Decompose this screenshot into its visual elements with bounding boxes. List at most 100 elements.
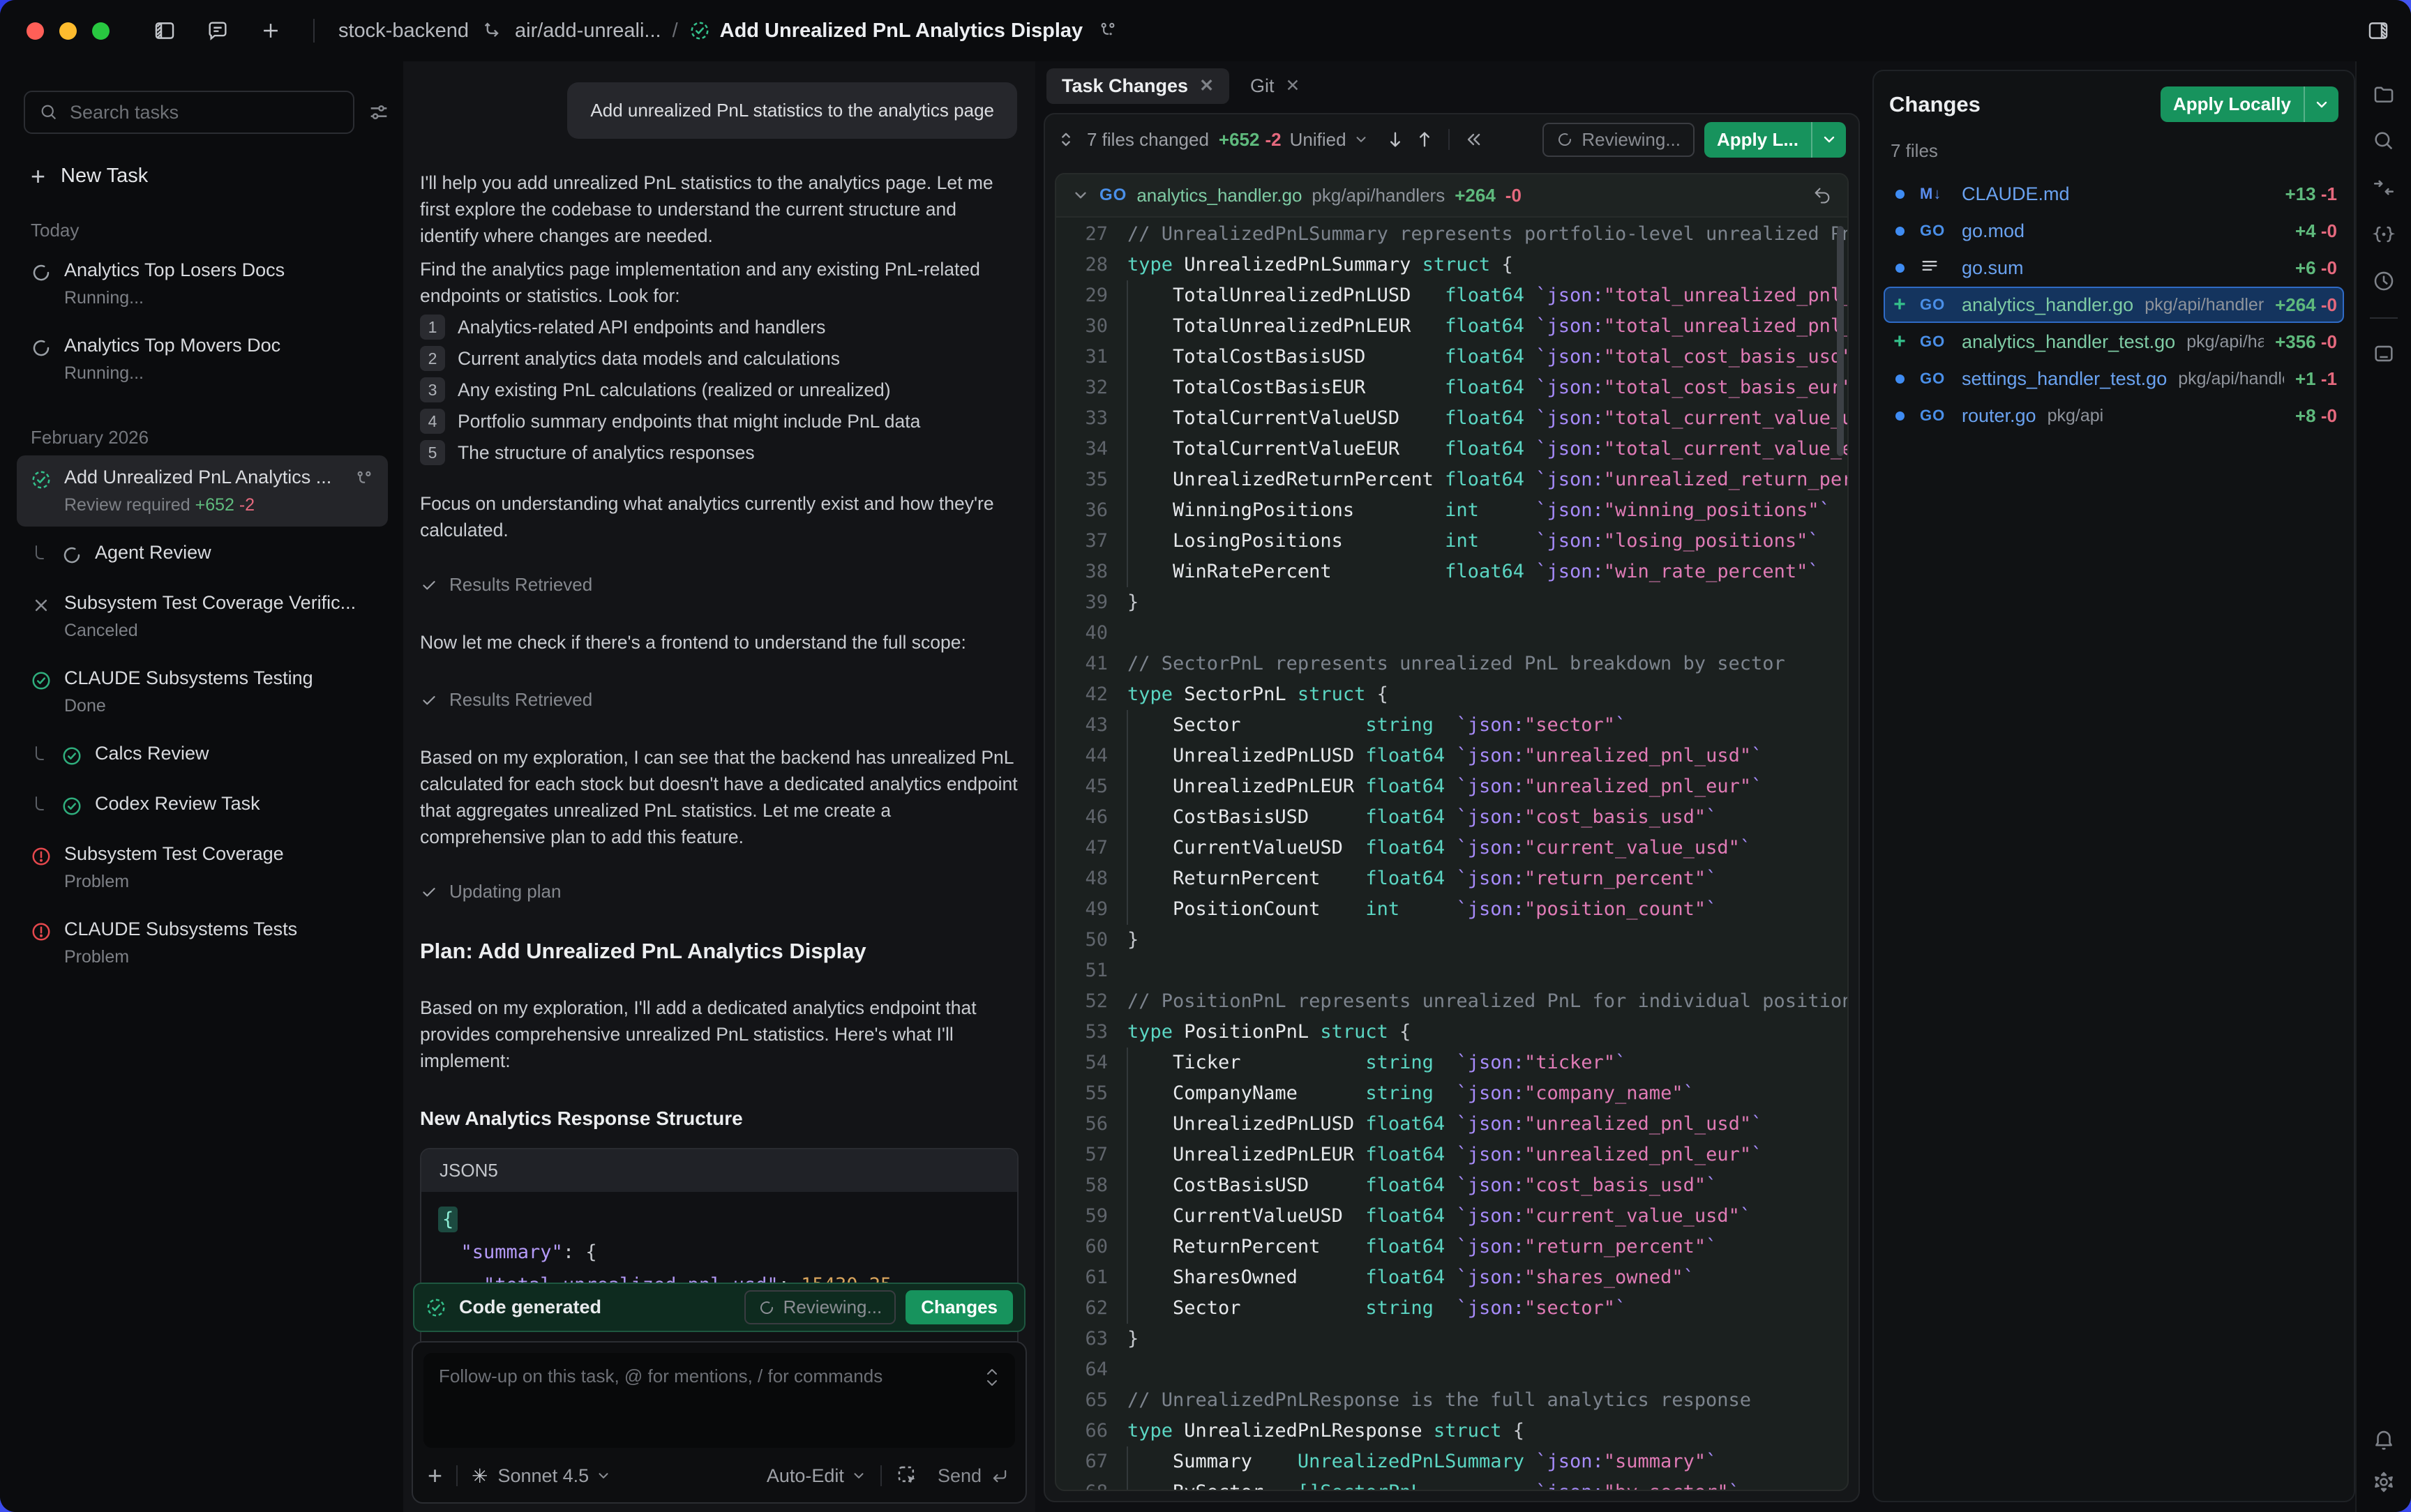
- new-task-button[interactable]: + New Task: [31, 165, 403, 188]
- line-number: 32: [1056, 372, 1108, 403]
- model-selector[interactable]: Sonnet 4.5: [498, 1465, 589, 1487]
- zoom-button[interactable]: [92, 22, 110, 40]
- file-row[interactable]: GOrouter.gopkg/api+8 -0: [1884, 398, 2344, 434]
- file-path: pkg/api: [2048, 406, 2284, 426]
- next-change-icon[interactable]: [1385, 130, 1405, 149]
- task-title: Agent Review: [95, 542, 211, 563]
- status-updating-plan[interactable]: Updating plan: [420, 881, 1019, 902]
- file-row[interactable]: +GOanalytics_handler_test.gopkg/api/ha+3…: [1884, 324, 2344, 360]
- code-language-label: JSON5: [421, 1149, 1017, 1192]
- task-item[interactable]: Calcs Review: [17, 732, 388, 778]
- task-item[interactable]: CLAUDE Subsystems TestsProblem: [17, 907, 388, 978]
- code-line: 33 TotalCurrentValueUSD float64 `json:"t…: [1056, 403, 1847, 434]
- file-row[interactable]: GOgo.mod+4 -0: [1884, 213, 2344, 249]
- titlebar-divider: [313, 19, 315, 43]
- status-results-retrieved[interactable]: Results Retrieved: [420, 574, 1019, 596]
- task-item[interactable]: Add Unrealized PnL Analytics ...Review r…: [17, 455, 388, 527]
- close-tab-icon[interactable]: ✕: [1199, 75, 1214, 96]
- line-number: 40: [1056, 618, 1108, 649]
- view-mode-selector[interactable]: Unified: [1290, 129, 1346, 151]
- task-item[interactable]: CLAUDE Subsystems TestingDone: [17, 656, 388, 727]
- sidebar-toggle-icon[interactable]: [153, 19, 176, 43]
- close-button[interactable]: [27, 22, 44, 40]
- task-item[interactable]: Codex Review Task: [17, 782, 388, 828]
- changes-button[interactable]: Changes: [906, 1290, 1013, 1324]
- task-item[interactable]: Subsystem Test CoverageProblem: [17, 832, 388, 903]
- file-row[interactable]: M↓CLAUDE.md+13 -1: [1884, 176, 2344, 212]
- collapse-all-icon[interactable]: [1464, 130, 1483, 149]
- file-row[interactable]: +GOanalytics_handler.gopkg/api/handler+2…: [1884, 287, 2344, 323]
- tab-task-changes[interactable]: Task Changes✕: [1046, 68, 1229, 104]
- expand-input-icon[interactable]: [983, 1366, 1001, 1389]
- file-name: go.sum: [1962, 257, 2024, 279]
- apply-options-dropdown[interactable]: [2304, 86, 2338, 122]
- diff-scrollbar[interactable]: [1837, 226, 1844, 456]
- chat-input[interactable]: [423, 1353, 1015, 1448]
- expand-collapse-icon[interactable]: [1056, 130, 1076, 149]
- apply-locally-split-button[interactable]: Apply L...: [1704, 122, 1846, 158]
- merge-compare-icon[interactable]: [2372, 176, 2396, 199]
- task-item[interactable]: Analytics Top Losers DocsRunning...: [17, 248, 388, 319]
- send-button[interactable]: Send: [938, 1465, 1009, 1487]
- settings-gear-icon[interactable]: [2372, 1470, 2396, 1494]
- reviewing-button[interactable]: Reviewing...: [744, 1290, 896, 1324]
- numbered-list-item: 3Any existing PnL calculations (realized…: [420, 377, 1019, 402]
- new-tab-icon[interactable]: [259, 19, 283, 43]
- diff-file-name: analytics_handler.go: [1136, 185, 1302, 206]
- search-placeholder: Search tasks: [70, 102, 179, 123]
- attach-icon[interactable]: +: [428, 1461, 442, 1490]
- editor-panel-icon[interactable]: [2372, 342, 2396, 365]
- chat-icon[interactable]: [206, 19, 230, 43]
- prev-change-icon[interactable]: [1415, 130, 1434, 149]
- task-item[interactable]: Subsystem Test Coverage Verific...Cancel…: [17, 581, 388, 652]
- file-row[interactable]: GOsettings_handler_test.gopkg/api/handle…: [1884, 361, 2344, 397]
- go-file-icon: GO: [1920, 222, 1951, 240]
- notifications-bell-icon[interactable]: [2372, 1427, 2396, 1451]
- apply-locally-split-button[interactable]: Apply Locally: [2161, 86, 2338, 122]
- filter-icon[interactable]: [367, 100, 391, 124]
- toolbar-divider: [456, 1465, 458, 1486]
- code-line: 68 BySector []SectorPnL `json:"by_sector…: [1056, 1477, 1847, 1490]
- apply-locally-label[interactable]: Apply Locally: [2161, 86, 2304, 122]
- titlebar: stock-backend air/add-unreali... / Add U…: [0, 0, 2411, 61]
- history-icon[interactable]: [2372, 269, 2396, 293]
- diff-file-header[interactable]: GO analytics_handler.go pkg/api/handlers…: [1056, 174, 1847, 218]
- chat-input-container: + ✳ Sonnet 4.5 Auto-Edit Send: [412, 1341, 1027, 1504]
- status-results-retrieved[interactable]: Results Retrieved: [420, 689, 1019, 711]
- element-select-icon[interactable]: [896, 1464, 919, 1488]
- revert-file-icon[interactable]: [1812, 186, 1832, 205]
- code-line: 39}: [1056, 587, 1847, 618]
- file-path: pkg/api/ha: [2186, 332, 2264, 352]
- search-icon[interactable]: [2372, 129, 2396, 153]
- search-input[interactable]: Search tasks: [24, 91, 354, 134]
- list-item-text: Any existing PnL calculations (realized …: [458, 379, 891, 401]
- auto-edit-selector[interactable]: Auto-Edit: [767, 1465, 844, 1487]
- file-row[interactable]: go.sum+6 -0: [1884, 250, 2344, 286]
- section-label: Today: [31, 220, 403, 241]
- file-name: go.mod: [1962, 220, 2025, 242]
- check-icon: [61, 796, 82, 817]
- task-item[interactable]: Agent Review: [17, 531, 388, 577]
- right-panel-toggle-icon[interactable]: [2366, 19, 2390, 43]
- chevron-down-icon: [851, 1468, 866, 1483]
- tab-git[interactable]: Git✕: [1235, 68, 1315, 104]
- branch-name[interactable]: air/add-unreali...: [515, 20, 661, 43]
- chevron-down-icon: [596, 1468, 611, 1483]
- code-line: 31 TotalCostBasisUSD float64 `json:"tota…: [1056, 342, 1847, 372]
- files-icon[interactable]: [2372, 82, 2396, 106]
- close-tab-icon[interactable]: ✕: [1286, 75, 1300, 96]
- line-number: 52: [1056, 986, 1108, 1017]
- task-title: Subsystem Test Coverage Verific...: [64, 592, 356, 613]
- line-number: 56: [1056, 1109, 1108, 1140]
- chevron-down-icon[interactable]: [1072, 186, 1090, 204]
- task-item[interactable]: Analytics Top Movers DocRunning...: [17, 324, 388, 395]
- code-review-icon[interactable]: [2372, 222, 2396, 246]
- repo-name[interactable]: stock-backend: [338, 20, 469, 43]
- apply-options-dropdown[interactable]: [1811, 122, 1846, 158]
- apply-locally-label[interactable]: Apply L...: [1704, 122, 1811, 158]
- check-icon: [31, 670, 52, 691]
- line-number: 64: [1056, 1354, 1108, 1385]
- minimize-button[interactable]: [59, 22, 77, 40]
- diff-code-lines[interactable]: 27// UnrealizedPnLSummary represents por…: [1056, 219, 1847, 1490]
- reviewing-button[interactable]: Reviewing...: [1542, 123, 1695, 157]
